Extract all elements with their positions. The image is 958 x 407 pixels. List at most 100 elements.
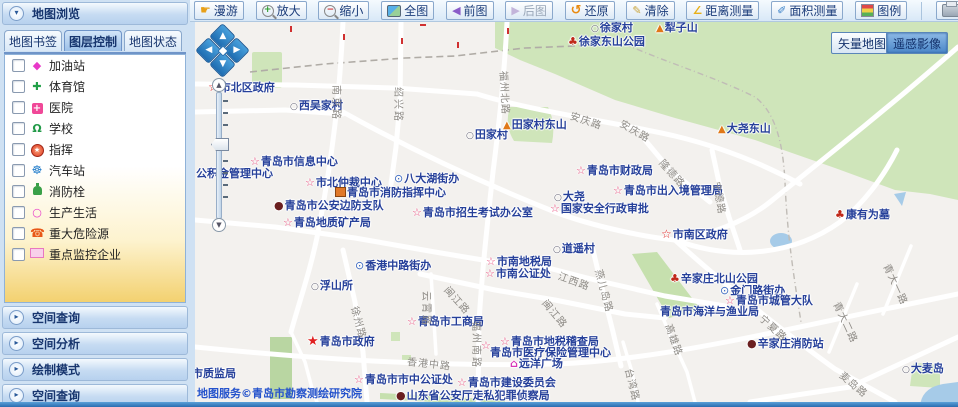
toolbar-button-label: 面积测量 bbox=[789, 2, 837, 19]
zoom-in-slider-button[interactable]: ▲ bbox=[212, 78, 226, 92]
map-poi: 青岛市海洋与渔业局 bbox=[660, 306, 759, 318]
toolbar-button-zoom-out[interactable]: −缩小 bbox=[318, 1, 369, 20]
layer-hospital-icon: + bbox=[30, 101, 44, 115]
layer-item-production-life: ○ 生产生活 bbox=[5, 202, 185, 223]
accordion-expand-icon[interactable]: ▸ bbox=[9, 310, 24, 325]
layer-checkbox-fire-hydrant[interactable] bbox=[12, 185, 25, 198]
accordion-expand-icon[interactable]: ▸ bbox=[9, 362, 24, 377]
map-toolbar: ☛漫游 +放大 −缩小全图 ◀ 前图 ▶后图 ↺还原 ✎清除 ∠距离测量 ✐面积测量图例 bbox=[190, 0, 958, 22]
triangle-marker-icon: ▲ bbox=[503, 120, 511, 131]
layer-checkbox-school[interactable] bbox=[12, 122, 25, 135]
map-poi: ○徐家村 bbox=[591, 22, 633, 35]
toolbar-button-prev-view[interactable]: ◀ 前图 bbox=[446, 1, 493, 20]
zoom-slider-track[interactable] bbox=[216, 92, 222, 219]
poi-label: 青岛市消防指挥中心 bbox=[347, 186, 446, 199]
badge-marker-icon: ● bbox=[274, 199, 284, 212]
layer-label: 消防栓 bbox=[49, 183, 85, 200]
layer-school-icon: Ω bbox=[30, 122, 44, 136]
map-poi: ☆青岛市建设委员会 bbox=[457, 377, 556, 389]
poi-label: 辛家庄消防站 bbox=[758, 337, 824, 350]
panel-header-spatial-analysis[interactable]: ▸空间分析 bbox=[2, 332, 188, 355]
toolbar-button-next-view[interactable]: ▶后图 bbox=[505, 1, 552, 20]
layer-gymnasium-icon: ✚ bbox=[30, 80, 44, 94]
layer-gas-station-icon: ◆ bbox=[30, 59, 44, 73]
accordion-collapse-icon[interactable]: ▾ bbox=[9, 6, 24, 21]
zoom-slider: ▲ ▼ bbox=[211, 78, 229, 230]
toolbar-button-roam[interactable]: ☛漫游 bbox=[194, 1, 244, 20]
toolbar-button-full-extent[interactable]: 全图 bbox=[381, 1, 434, 20]
layer-item-school: Ω学校 bbox=[5, 118, 185, 139]
tab-map-bookmarks[interactable]: 地图书签 bbox=[4, 30, 62, 51]
window-bottom-bar bbox=[0, 402, 958, 407]
layer-checkbox-hospital[interactable] bbox=[12, 101, 25, 114]
house-marker-icon: ⌂ bbox=[510, 357, 518, 370]
toolbar-button-label: 前图 bbox=[464, 2, 488, 19]
map-browse-panel-header[interactable]: ▾ 地图浏览 bbox=[2, 2, 188, 25]
toolbar-separator bbox=[921, 2, 922, 20]
poi-label: 青岛地质矿产局 bbox=[294, 216, 371, 229]
poi-label: 浮山所 bbox=[320, 279, 353, 292]
layer-checkbox-command[interactable] bbox=[12, 143, 25, 156]
circle-marker-icon: ○ bbox=[290, 102, 298, 112]
toolbar-button-zoom-in[interactable]: +放大 bbox=[256, 1, 307, 20]
toolbar-button-reset[interactable]: ↺还原 bbox=[565, 1, 615, 20]
slider-tick bbox=[223, 112, 228, 114]
slider-tick bbox=[223, 172, 228, 174]
layer-checkbox-major-hazard[interactable] bbox=[12, 227, 25, 240]
vector-map-button[interactable]: 矢量地图 bbox=[831, 32, 893, 54]
panel-header-spatial-query[interactable]: ▸空间查询 bbox=[2, 306, 188, 329]
toolbar-button-print[interactable] bbox=[936, 1, 958, 20]
map-poi: ⊙八大湖街办 bbox=[394, 173, 459, 185]
map-browse-title: 地图浏览 bbox=[32, 5, 80, 22]
circle-marker-icon: ○ bbox=[311, 282, 319, 292]
poi-label: 犁子山 bbox=[665, 22, 698, 34]
school-icon: Ω bbox=[32, 122, 41, 135]
remote-sensing-button[interactable]: 遥感影像 bbox=[886, 32, 948, 54]
map-poi: ○浮山所 bbox=[311, 280, 353, 293]
map-poi: ☆市南公证处 bbox=[485, 268, 551, 280]
panel-header-draw-mode[interactable]: ▸绘制模式 bbox=[2, 358, 188, 381]
arrow-left-icon: ◀ bbox=[200, 45, 217, 55]
map-poi: 青岛市质监局 bbox=[195, 368, 236, 380]
circle-marker-icon: ○ bbox=[553, 245, 561, 255]
map-poi: ☆国家安全行政审批 bbox=[550, 203, 649, 215]
layer-checkbox-gas-station[interactable] bbox=[12, 59, 25, 72]
poi-label: 国家安全行政审批 bbox=[561, 202, 649, 215]
prev-arrow-icon: ◀ bbox=[452, 5, 460, 16]
zoom-out-slider-button[interactable]: ▼ bbox=[212, 218, 226, 232]
poi-label: 青岛市财政局 bbox=[587, 164, 653, 177]
accordion-expand-icon[interactable]: ▸ bbox=[9, 388, 24, 403]
layer-item-fire-hydrant: 消防栓 bbox=[5, 181, 185, 202]
printer-icon bbox=[942, 4, 958, 17]
layer-item-monitored-enterprise: 重点监控企业 bbox=[5, 244, 185, 265]
gas-station-icon: ◆ bbox=[33, 59, 41, 72]
monitored-enterprise-icon bbox=[30, 248, 44, 258]
layer-checkbox-production-life[interactable] bbox=[12, 206, 25, 219]
layer-checkbox-monitored-enterprise[interactable] bbox=[12, 248, 25, 261]
map-poi: 青岛市消防指挥中心 bbox=[335, 187, 446, 199]
layer-checkbox-gymnasium[interactable] bbox=[12, 80, 25, 93]
tree-marker-icon: ♣ bbox=[835, 208, 845, 221]
toolbar-button-clear[interactable]: ✎清除 bbox=[626, 1, 674, 20]
layer-production-life-icon: ○ bbox=[30, 206, 44, 220]
tab-layer-control[interactable]: 图层控制 bbox=[64, 30, 122, 51]
map-poi: ☆市南区政府 bbox=[661, 228, 728, 241]
map-canvas[interactable]: ☆市北区政府○西吴家村○田家村▲田家村东山○徐家村▲犁子山♣徐家东山公园▲大尧东… bbox=[195, 22, 958, 402]
layer-checkbox-bus-station[interactable] bbox=[12, 164, 25, 177]
map-poi: ☆青岛市市中公证处 bbox=[354, 374, 453, 386]
star-marker-icon: ☆ bbox=[576, 164, 586, 177]
badge-marker-icon: ● bbox=[396, 389, 406, 402]
tab-map-status[interactable]: 地图状态 bbox=[124, 30, 182, 51]
toolbar-button-legend[interactable]: 图例 bbox=[855, 1, 907, 20]
toolbar-button-distance-measure[interactable]: ∠距离测量 bbox=[686, 1, 759, 20]
star-marker-icon: ☆ bbox=[283, 216, 293, 229]
bus-station-icon: ☸ bbox=[32, 163, 43, 177]
zoom-in-icon: + bbox=[262, 5, 274, 17]
poi-label: 大尧东山 bbox=[727, 122, 771, 135]
accordion-expand-icon[interactable]: ▸ bbox=[9, 336, 24, 351]
star-marker-icon: ☆ bbox=[457, 376, 467, 389]
layer-label: 生产生活 bbox=[49, 204, 97, 221]
toolbar-button-area-measure[interactable]: ✐面积测量 bbox=[771, 1, 843, 20]
zoom-slider-handle[interactable] bbox=[211, 138, 229, 151]
slider-tick bbox=[223, 100, 228, 102]
